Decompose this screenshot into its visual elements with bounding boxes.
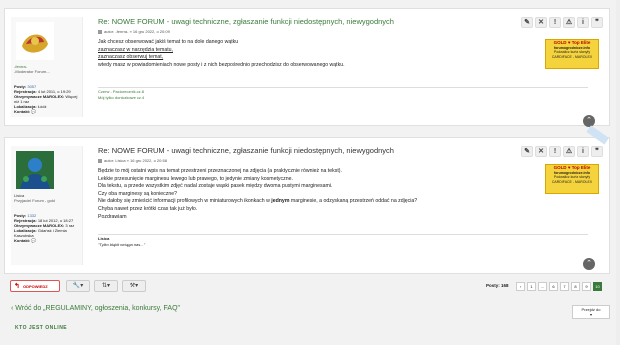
warn-icon[interactable]: !: [549, 17, 561, 28]
post-meta: autor: Lisica » 16 gru 2022, o 20:58: [98, 158, 167, 163]
quote-icon[interactable]: ❞: [591, 146, 603, 157]
post-link-icon: [98, 158, 102, 163]
delete-icon[interactable]: ✕: [535, 17, 547, 28]
post-2: Lisica Przyjaciel Forum - gold Posty: 13…: [4, 125, 610, 274]
info-icon[interactable]: i: [577, 146, 589, 157]
post-title[interactable]: Re: NOWE FORUM - uwagi techniczne, zgłas…: [98, 146, 394, 155]
page-link[interactable]: 9: [582, 282, 591, 291]
quote-icon[interactable]: ❞: [591, 17, 603, 28]
page-ellipsis: ...: [538, 282, 547, 291]
user-avatar[interactable]: [16, 22, 54, 60]
user-rank: Przyjaciel Forum - gold: [14, 198, 55, 203]
jump-to-select[interactable]: Przejdź do ▾: [572, 305, 610, 319]
post-signature: Lisica "Tylko błąkit wciąga nas...": [98, 236, 146, 247]
profile-marolex: Otrzymywacze MAROLEX: Więcej niż 1 raz: [14, 94, 78, 104]
topic-toolbar: ↰ ODPOWIEDZ 🔧▾ ⇅▾ ⚒▾ Posty: 168 ‹ 1 ... 6…: [4, 280, 610, 294]
info-icon[interactable]: i: [577, 17, 589, 28]
scroll-top-icon[interactable]: ⌃: [583, 258, 595, 270]
profile-contact: Kontakt: 💬: [14, 109, 37, 114]
post-signature[interactable]: Czerw - Paciorecznik.cz.8 Mój tylko doni…: [98, 89, 144, 101]
moderator-tools-button[interactable]: ⚒▾: [122, 280, 146, 292]
post-profile: -fenrra- -Moderator Forum-.. Posty: 3057…: [11, 17, 83, 117]
post-meta: autor: -fenrra- » 16 gru 2022, o 20:09: [98, 29, 170, 34]
contact-icon[interactable]: 💬: [31, 109, 36, 114]
gold-banner[interactable]: GOLD ♥ Top Elite forumogrodnicze.info Po…: [545, 39, 599, 69]
edit-icon[interactable]: ✎: [521, 146, 533, 157]
pagination: ‹ 1 ... 6 7 8 9 10: [516, 282, 602, 291]
reply-icon: ↰: [14, 283, 20, 290]
contact-icon[interactable]: 💬: [31, 238, 36, 243]
post-body: Jak chcesz obserwować jakiś temat to na …: [98, 39, 345, 68]
gold-banner[interactable]: GOLD ♥ Top Elite forumogrodnicze.info Po…: [545, 164, 599, 194]
profile-location: Lokalizacja: Gdańsk i Ziemia Kaszubska: [14, 228, 67, 238]
scroll-top-icon[interactable]: ⌃: [583, 115, 595, 127]
post-tools: ✎ ✕ ! ⚠ i ❞: [521, 146, 603, 157]
post-profile: Lisica Przyjaciel Forum - gold Posty: 13…: [11, 146, 83, 265]
reply-button[interactable]: ↰ ODPOWIEDZ: [10, 280, 60, 292]
page-link[interactable]: 6: [549, 282, 558, 291]
warn-icon[interactable]: !: [549, 146, 561, 157]
post-tools: ✎ ✕ ! ⚠ i ❞: [521, 17, 603, 28]
posts-count: Posty: 168: [486, 283, 509, 288]
page-link[interactable]: 7: [560, 282, 569, 291]
page-current: 10: [593, 282, 602, 291]
post-ribbon: [586, 125, 609, 145]
post-title[interactable]: Re: NOWE FORUM - uwagi techniczne, zgłas…: [98, 17, 394, 26]
page-link[interactable]: 8: [571, 282, 580, 291]
sort-button[interactable]: ⇅▾: [94, 280, 118, 292]
post-body: Będzie to mój ostatni wpis na temat prze…: [98, 168, 418, 220]
delete-icon[interactable]: ✕: [535, 146, 547, 157]
page-link[interactable]: 1: [527, 282, 536, 291]
user-rank: -Moderator Forum-..: [14, 69, 50, 74]
post-1: -fenrra- -Moderator Forum-.. Posty: 3057…: [4, 8, 610, 127]
report-icon[interactable]: ⚠: [563, 17, 575, 28]
edit-icon[interactable]: ✎: [521, 17, 533, 28]
profile-contact: Kontakt: 💬: [14, 238, 37, 243]
back-to-forum-link[interactable]: ‹ Wróć do „REGULAMINY, ogłoszenia, konku…: [11, 305, 180, 312]
page-scrollbar[interactable]: [616, 0, 620, 345]
post-link-icon: [98, 29, 102, 34]
report-icon[interactable]: ⚠: [563, 146, 575, 157]
topic-tools-button[interactable]: 🔧▾: [66, 280, 90, 292]
page-prev-icon[interactable]: ‹: [516, 282, 525, 291]
user-avatar[interactable]: [16, 151, 54, 189]
who-is-online-heading: KTO JEST ONLINE: [15, 325, 68, 331]
